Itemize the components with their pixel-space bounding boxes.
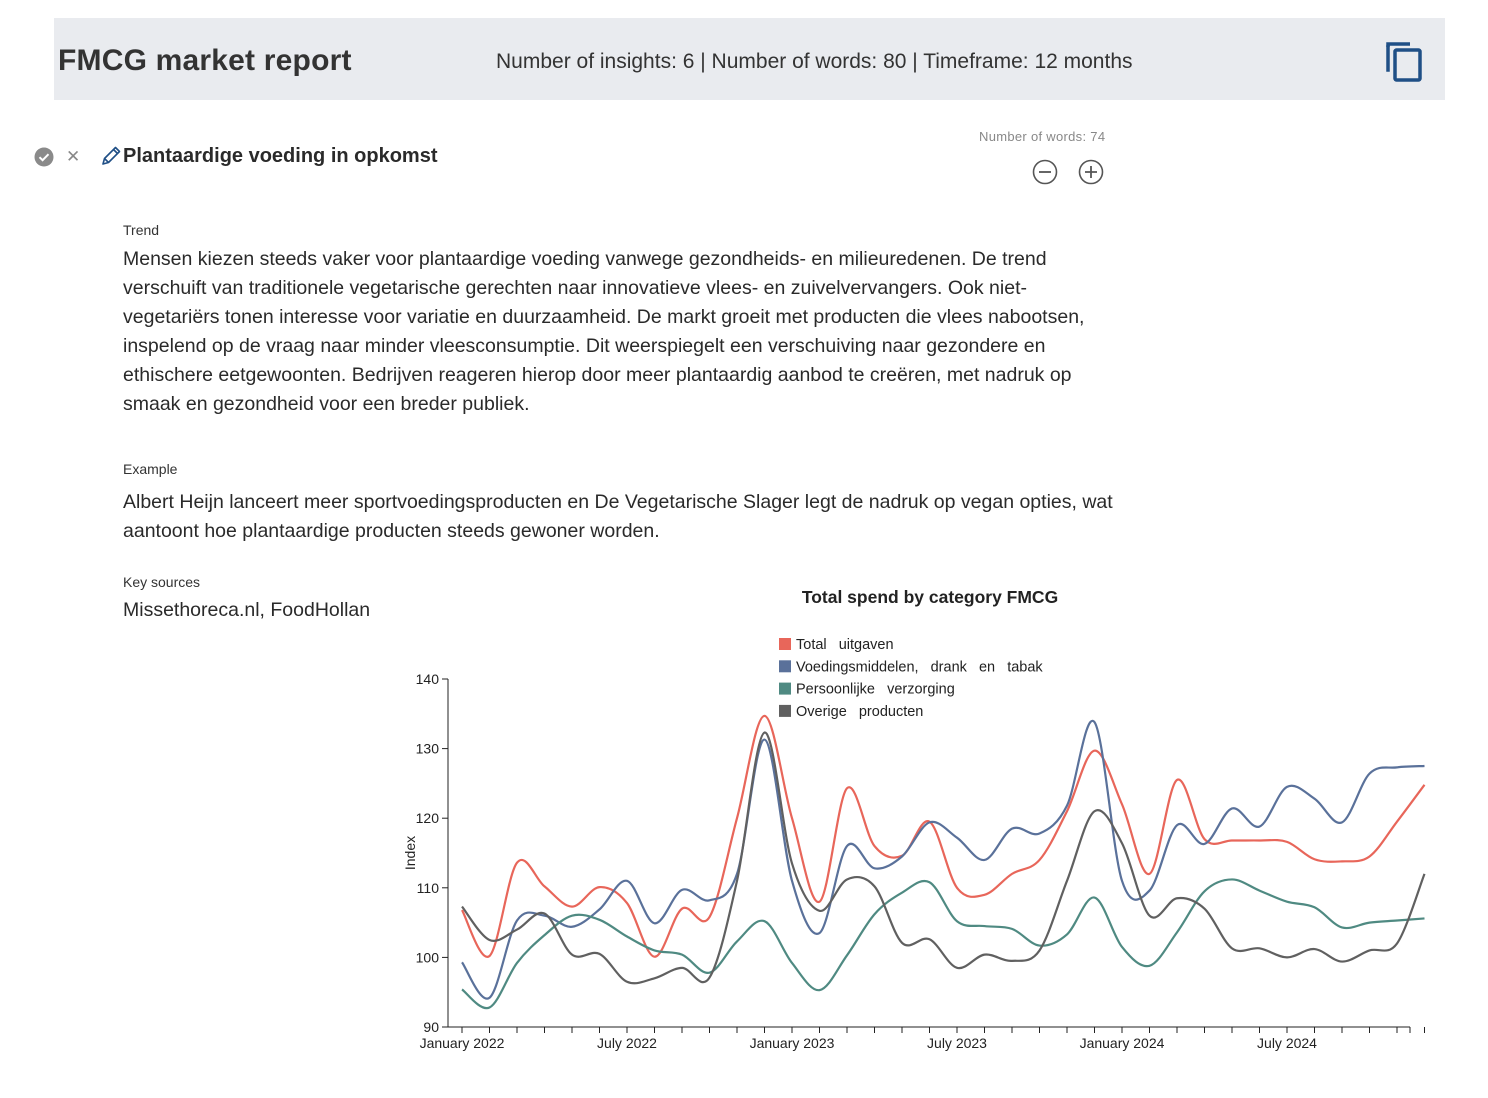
series-line-3 bbox=[461, 878, 1425, 1010]
y-tick-label: 100 bbox=[416, 949, 440, 965]
x-tick-label: July 2024 bbox=[1257, 1035, 1317, 1051]
x-tick-label: January 2022 bbox=[420, 1035, 505, 1051]
word-count-label: Number of words: 74 bbox=[979, 129, 1106, 144]
check-circle-icon[interactable] bbox=[34, 147, 54, 167]
legend-swatch bbox=[779, 682, 791, 695]
legend-label: Voedingsmiddelen, drank en tabak bbox=[796, 659, 1043, 675]
series-line-4 bbox=[461, 731, 1426, 985]
sources-label: Key sources bbox=[123, 574, 201, 590]
y-tick-label: 140 bbox=[416, 671, 440, 687]
y-axis-label: Index bbox=[402, 836, 418, 870]
close-icon[interactable]: ✕ bbox=[66, 147, 80, 167]
legend-swatch bbox=[779, 660, 791, 673]
series-line-2 bbox=[461, 719, 1425, 1000]
legend-label: Overige producten bbox=[796, 704, 923, 720]
legend-swatch bbox=[779, 638, 791, 650]
x-tick-label: July 2022 bbox=[597, 1035, 657, 1051]
sources-text: Missethoreca.nl, FoodHollan bbox=[123, 599, 371, 621]
report-header: FMCG market report Number of insights: 6… bbox=[54, 18, 1445, 100]
x-tick-label: January 2024 bbox=[1080, 1035, 1165, 1051]
legend-swatch bbox=[779, 704, 791, 717]
x-tick-label: July 2023 bbox=[927, 1035, 987, 1051]
copy-icon[interactable] bbox=[1384, 40, 1426, 84]
plus-circle-icon[interactable] bbox=[1078, 159, 1104, 185]
report-title: FMCG market report bbox=[58, 44, 352, 77]
report-meta: Number of insights: 6 | Number of words:… bbox=[496, 50, 1133, 73]
insight-row-controls: ✕ bbox=[34, 145, 80, 169]
x-tick-label: January 2023 bbox=[750, 1035, 835, 1051]
pencil-icon[interactable] bbox=[100, 145, 122, 167]
y-tick-label: 130 bbox=[416, 741, 440, 757]
y-tick-label: 120 bbox=[416, 810, 440, 826]
y-tick-label: 110 bbox=[417, 880, 440, 896]
legend-label: Total uitgaven bbox=[796, 637, 894, 653]
minus-circle-icon[interactable] bbox=[1032, 159, 1058, 185]
example-text: Albert Heijn lanceert meer sportvoedings… bbox=[123, 491, 1113, 542]
example-label: Example bbox=[123, 461, 178, 477]
y-tick-label: 90 bbox=[423, 1019, 439, 1035]
trend-text: Mensen kiezen steeds vaker voor plantaar… bbox=[123, 248, 1085, 415]
series-line-1 bbox=[461, 714, 1426, 958]
insight-title[interactable]: Plantaardige voeding in opkomst bbox=[123, 145, 438, 168]
trend-label: Trend bbox=[123, 222, 160, 238]
legend-label: Persoonlijke verzorging bbox=[796, 682, 955, 698]
